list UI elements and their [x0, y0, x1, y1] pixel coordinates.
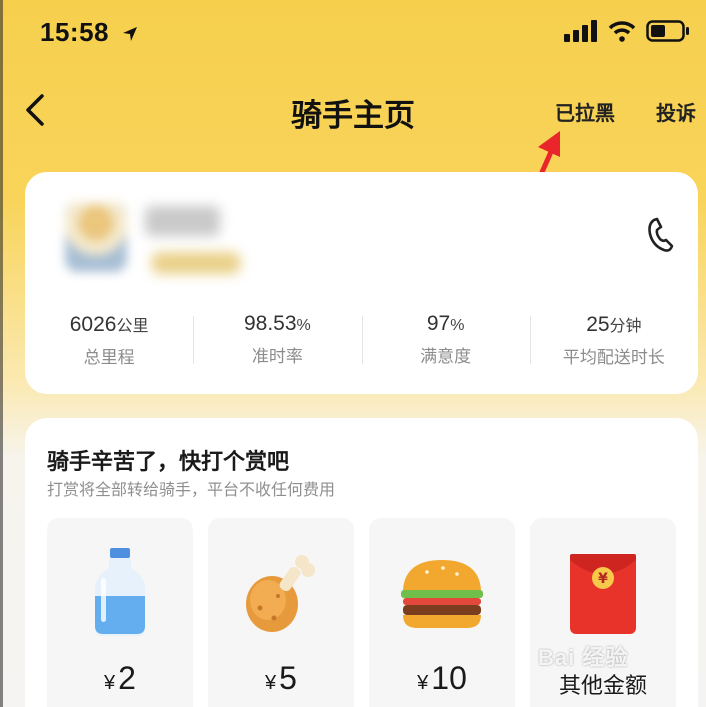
tip-price: ¥5: [265, 660, 297, 696]
phone-icon[interactable]: [644, 216, 676, 254]
battery-icon: [646, 20, 689, 42]
stat-on-time-rate: 98.53% 准时率: [193, 312, 361, 372]
rider-stats: 6026公里 总里程 98.53% 准时率 97% 满意度 25分钟 平均配送时…: [25, 312, 698, 372]
location-arrow-icon: [122, 27, 137, 42]
blocked-button[interactable]: 已拉黑: [555, 97, 615, 126]
tip-other-amount-label: 其他金额: [558, 673, 647, 698]
tip-option-other[interactable]: ¥ 其他金额: [530, 518, 676, 707]
tip-options: ¥2 ¥5 ¥10 ¥ 其他金额: [47, 518, 676, 707]
rider-info-card: 6026公里 总里程 98.53% 准时率 97% 满意度 25分钟 平均配送时…: [25, 172, 698, 394]
status-time: 15:58: [40, 17, 139, 48]
tip-price: ¥2: [104, 660, 136, 696]
tip-price: ¥10: [417, 660, 467, 696]
complain-button[interactable]: 投诉: [656, 97, 696, 126]
burger-icon: [401, 560, 483, 628]
stat-satisfaction: 97% 满意度: [361, 312, 530, 372]
tip-subtitle: 打赏将全部转给骑手，平台不收任何费用: [47, 482, 336, 499]
rider-name-blurred: [145, 206, 220, 236]
svg-text:¥: ¥: [598, 571, 608, 587]
tip-title: 骑手辛苦了，快打个赏吧: [47, 449, 290, 474]
rider-avatar: [65, 202, 127, 272]
baidu-watermark: Bai 经验: [538, 645, 629, 670]
signal-icon: [564, 20, 597, 42]
rider-tag-blurred: [151, 252, 241, 274]
tip-option-10[interactable]: ¥10: [369, 518, 515, 707]
status-icons: [564, 20, 690, 42]
tip-option-2[interactable]: ¥2: [47, 518, 193, 707]
stat-total-distance: 6026公里 总里程: [69, 313, 149, 367]
chicken-leg-icon: [246, 555, 315, 632]
water-bottle-icon: [95, 548, 145, 636]
red-envelope-icon: ¥: [570, 554, 636, 634]
wifi-icon: [608, 21, 636, 42]
stat-avg-delivery-time: 25分钟 平均配送时长: [529, 312, 698, 372]
tip-option-5[interactable]: ¥5: [208, 518, 354, 707]
